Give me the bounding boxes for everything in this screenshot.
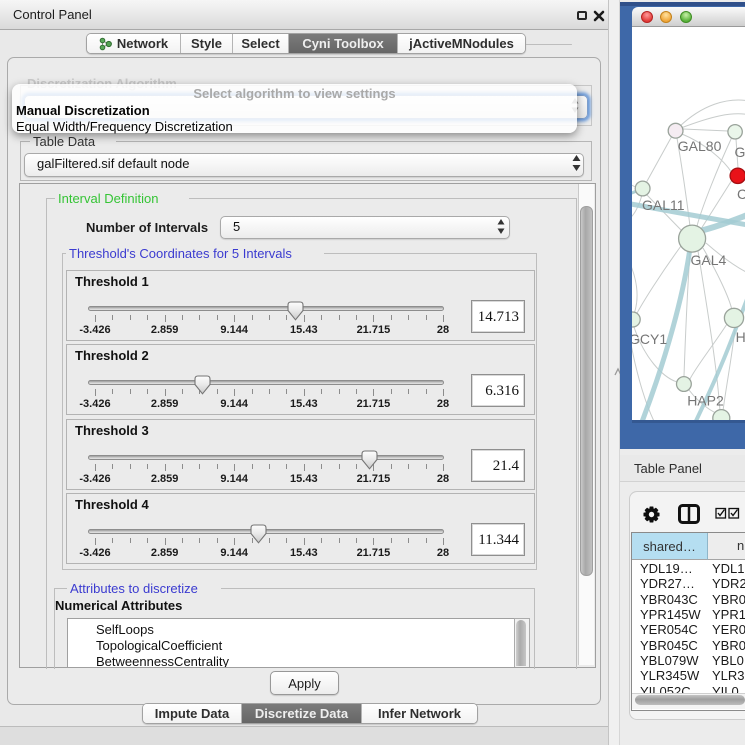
svg-text:H: H bbox=[736, 329, 745, 345]
svg-text:GAL4: GAL4 bbox=[691, 252, 727, 268]
svg-text:C: C bbox=[737, 186, 745, 202]
svg-text:GAL80: GAL80 bbox=[678, 138, 722, 154]
svg-text:HAP2: HAP2 bbox=[687, 393, 724, 409]
svg-text:GA: GA bbox=[735, 144, 745, 160]
svg-text:GCY1: GCY1 bbox=[632, 331, 667, 347]
svg-text:GAL11: GAL11 bbox=[642, 197, 685, 213]
